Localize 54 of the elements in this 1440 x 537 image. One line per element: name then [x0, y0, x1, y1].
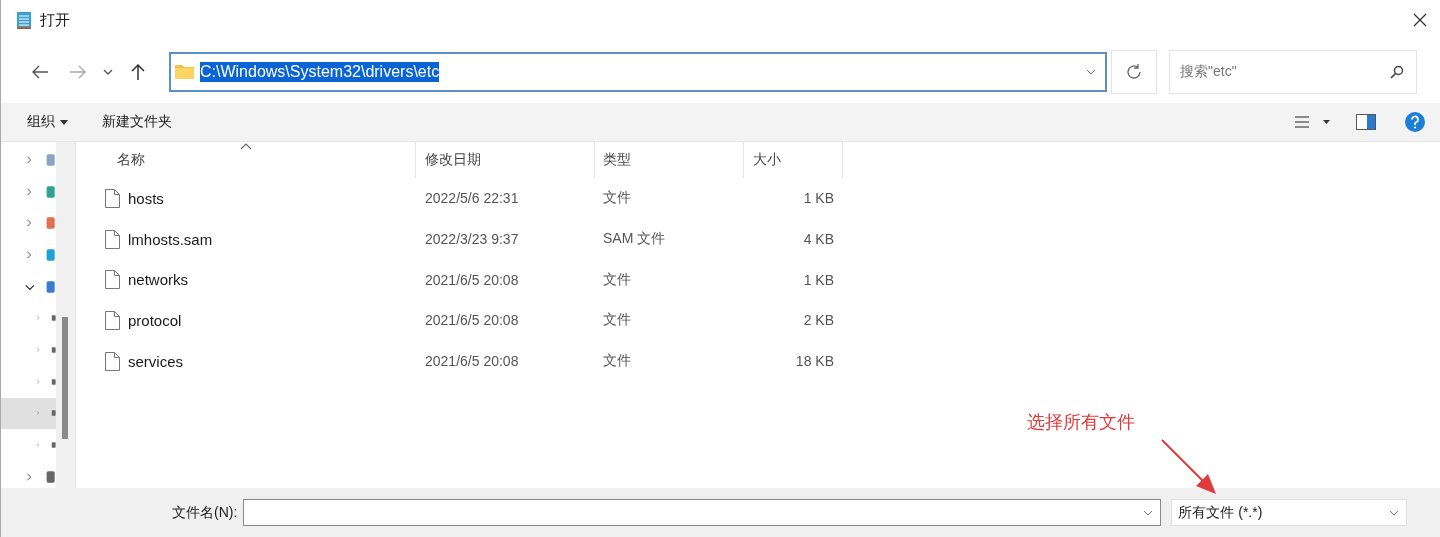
- file-type: 文件: [603, 311, 631, 328]
- file-size: 1 KB: [803, 271, 834, 288]
- file-type: SAM 文件: [603, 230, 666, 247]
- filename-label: 文件名(N):: [172, 503, 238, 522]
- column-header[interactable]: 大小: [744, 142, 843, 178]
- file-type: 文件: [603, 270, 631, 287]
- file-name[interactable]: protocol: [128, 311, 182, 329]
- refresh-button[interactable]: [1111, 49, 1157, 94]
- file-size: 4 KB: [803, 231, 834, 248]
- file-size: 1 KB: [803, 190, 834, 207]
- file-icon: [105, 188, 120, 208]
- file-icon: [105, 310, 120, 330]
- modified-date: 2021/6/5 20:08: [425, 312, 519, 329]
- file-icon: [105, 229, 120, 249]
- file-name[interactable]: services: [128, 352, 183, 370]
- search-placeholder: 搜索"etc": [1180, 62, 1237, 81]
- refresh-icon[interactable]: [1125, 62, 1143, 81]
- file-size: 18 KB: [795, 353, 834, 370]
- forward-arrow-icon[interactable]: [69, 63, 87, 80]
- column-header[interactable]: 名称: [76, 142, 416, 178]
- file-icon: [105, 270, 120, 290]
- search-field[interactable]: 搜索"etc": [1169, 49, 1417, 94]
- column-header[interactable]: 类型: [595, 142, 744, 178]
- file-name[interactable]: lmhosts.sam: [128, 230, 213, 248]
- modified-date: 2021/6/5 20:08: [425, 271, 519, 288]
- close-icon[interactable]: [1413, 13, 1427, 27]
- notepad-icon: [16, 10, 32, 30]
- address-path: C:\Windows\System32\drivers\etc: [200, 61, 440, 82]
- modified-date: 2022/3/23 9:37: [425, 231, 519, 248]
- file-size: 2 KB: [803, 312, 834, 329]
- file-type: 文件: [603, 189, 631, 206]
- sort-caret-icon: [239, 142, 252, 150]
- file-type: 文件: [603, 352, 631, 369]
- file-name[interactable]: hosts: [128, 189, 164, 207]
- modified-date: 2021/6/5 20:08: [425, 353, 519, 370]
- scrollbar-thumb[interactable]: [62, 317, 68, 439]
- new-folder-button[interactable]: 新建文件夹: [102, 111, 172, 133]
- file-icon: [105, 351, 120, 371]
- help-icon[interactable]: [1402, 109, 1428, 135]
- annotation-text: 选择所有文件: [1027, 411, 1135, 434]
- search-icon[interactable]: [1390, 64, 1404, 79]
- modified-date: 2022/5/6 22:31: [425, 190, 519, 207]
- preview-pane-icon[interactable]: [1354, 112, 1378, 132]
- caret-icon[interactable]: [60, 119, 68, 125]
- up-arrow-icon[interactable]: [130, 62, 146, 81]
- chevron-down-icon[interactable]: [103, 67, 113, 76]
- back-arrow-icon[interactable]: [31, 63, 49, 80]
- file-type-dropdown[interactable]: 所有文件 (*.*): [1171, 499, 1408, 526]
- filename-field[interactable]: [243, 499, 1162, 526]
- organize-menu[interactable]: 组织: [27, 111, 68, 133]
- address-bar[interactable]: C:\Windows\System32\drivers\etc: [169, 51, 1107, 92]
- column-header[interactable]: 修改日期: [416, 142, 595, 178]
- file-name[interactable]: networks: [128, 271, 189, 289]
- window-title: 打开: [40, 10, 70, 30]
